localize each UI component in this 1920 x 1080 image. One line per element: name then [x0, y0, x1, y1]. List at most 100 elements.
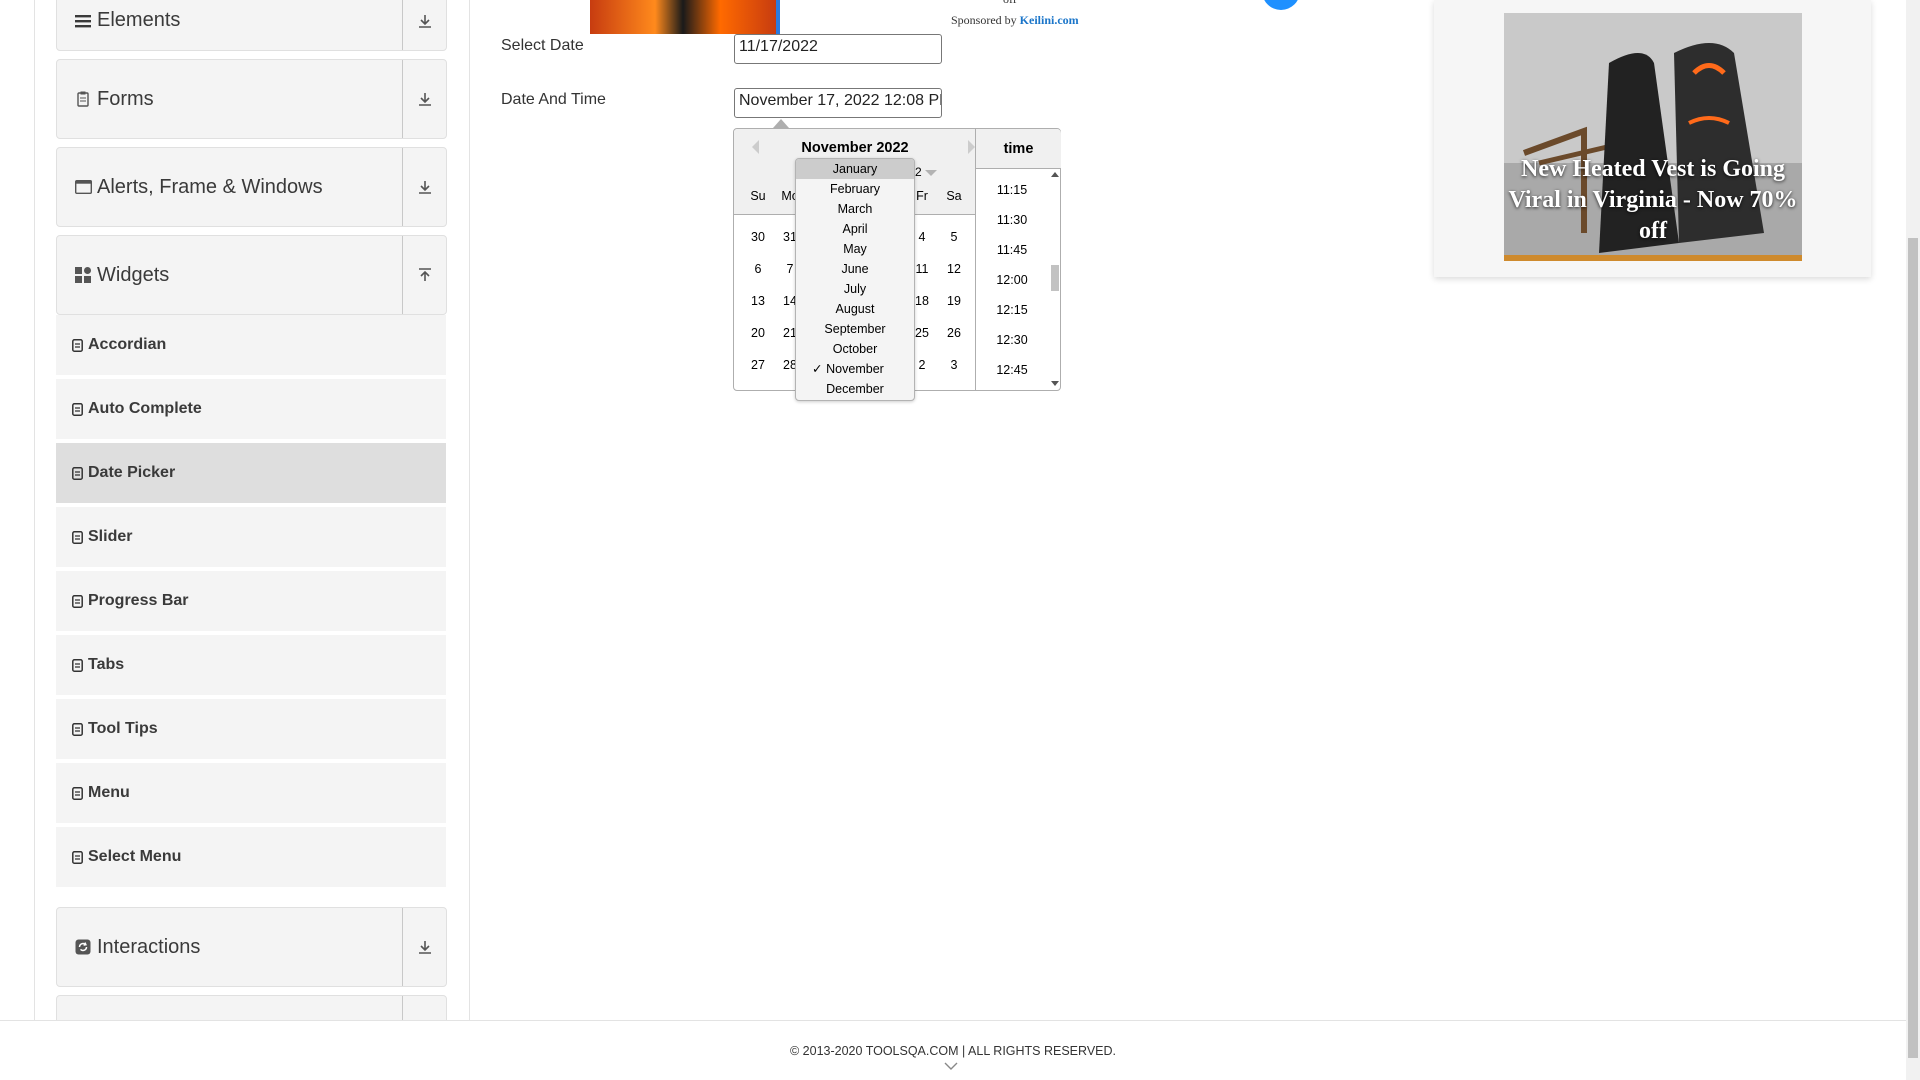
select-date-input[interactable]: 11/17/2022 — [734, 34, 942, 64]
sidebar-item-accordian[interactable]: Accordian — [56, 315, 446, 377]
sidebar-item-auto-complete[interactable]: Auto Complete — [56, 379, 446, 441]
date-time-label: Date And Time — [501, 91, 606, 108]
group-widgets-label: Widgets — [97, 263, 170, 286]
time-slot[interactable]: 12:15 — [976, 303, 1048, 317]
month-option-label: November — [826, 362, 884, 376]
month-option[interactable]: September — [796, 319, 914, 339]
time-list: time 11:15 11:30 11:45 12:00 12:15 12:30… — [975, 129, 1061, 390]
group-widgets[interactable]: Widgets — [56, 235, 447, 315]
time-header: time — [976, 129, 1061, 169]
select-date-label: Select Date — [501, 37, 584, 54]
calendar-day[interactable]: 12 — [938, 262, 970, 276]
page-scrollbar[interactable] — [1906, 0, 1920, 1080]
upload-arrow-icon[interactable] — [403, 236, 446, 314]
group-alerts-label: Alerts, Frame & Windows — [97, 175, 323, 198]
date-time-input[interactable]: November 17, 2022 12:08 PM — [734, 88, 942, 118]
datepicker-month-title: November 2022 — [801, 140, 909, 156]
calendar-day[interactable]: 6 — [742, 262, 774, 276]
time-slot[interactable]: 12:30 — [976, 333, 1048, 347]
sidebar-item-label: Select Menu — [88, 848, 182, 865]
sidebar-item-menu[interactable]: Menu — [56, 763, 446, 825]
month-option[interactable]: April — [796, 219, 914, 239]
calendar-day[interactable]: 27 — [742, 358, 774, 372]
sponsor-prefix: Sponsored by — [951, 13, 1017, 27]
footer-copyright: © 2013-2020 TOOLSQA.COM | ALL RIGHTS RES… — [789, 1044, 1116, 1058]
calendar-day[interactable]: 19 — [938, 294, 970, 308]
sidebar-item-label: Slider — [88, 528, 133, 545]
calendar-day[interactable]: 13 — [742, 294, 774, 308]
month-option[interactable]: January — [796, 159, 914, 179]
year-caret-icon[interactable] — [925, 170, 937, 176]
grid-icon — [73, 265, 93, 285]
month-option[interactable]: February — [796, 179, 914, 199]
time-slot[interactable]: 12:00 — [976, 273, 1048, 287]
group-interactions[interactable]: Interactions — [56, 907, 447, 987]
download-arrow-icon[interactable] — [403, 0, 446, 50]
time-slot[interactable]: 11:45 — [976, 243, 1048, 257]
time-slot[interactable]: 12:45 — [976, 363, 1048, 377]
item-bullet-icon — [71, 530, 83, 544]
item-bullet-icon — [71, 466, 83, 480]
month-option[interactable]: December — [796, 379, 914, 399]
group-elements[interactable]: Elements — [56, 0, 447, 51]
calendar-day[interactable]: 20 — [742, 326, 774, 340]
chevron-down-icon[interactable] — [944, 1062, 958, 1070]
sidebar-item-tool-tips[interactable]: Tool Tips — [56, 699, 446, 761]
scroll-down-icon[interactable] — [1051, 381, 1059, 386]
calendar-day[interactable]: 30 — [742, 230, 774, 244]
group-forms-label: Forms — [97, 87, 154, 110]
calendar-day[interactable]: 3 — [938, 358, 970, 372]
left-divider — [34, 0, 35, 1020]
sidebar-item-date-picker[interactable]: Date Picker — [56, 443, 446, 505]
year-dropdown[interactable]: 2 — [915, 165, 922, 179]
page-scroll-thumb[interactable] — [1908, 238, 1918, 1058]
ad-image-fragment[interactable] — [590, 0, 780, 34]
download-arrow-icon[interactable] — [403, 908, 446, 986]
scroll-up-icon[interactable] — [1051, 172, 1059, 177]
sponsor-line: Sponsored by Keilini.com — [951, 13, 1079, 28]
content-divider — [469, 0, 470, 1020]
item-bullet-icon — [71, 594, 83, 608]
ad-headline[interactable]: New Heated Vest is Going Viral in Virgin… — [1504, 154, 1802, 247]
time-slot[interactable]: 11:30 — [976, 213, 1048, 227]
group-forms[interactable]: Forms — [56, 59, 447, 139]
month-option[interactable]: October — [796, 339, 914, 359]
item-bullet-icon — [71, 850, 83, 864]
sidebar-item-tabs[interactable]: Tabs — [56, 635, 446, 697]
page-footer: © 2013-2020 TOOLSQA.COM | ALL RIGHTS RES… — [0, 1020, 1906, 1080]
download-arrow-icon[interactable] — [403, 60, 446, 138]
sponsor-brand-link[interactable]: Keilini.com — [1020, 13, 1079, 27]
next-month-icon[interactable] — [968, 140, 975, 154]
sidebar-item-label: Accordian — [88, 336, 167, 353]
sidebar-item-label: Progress Bar — [88, 592, 189, 609]
calendar-day[interactable]: 5 — [938, 230, 970, 244]
calendar-day[interactable]: 26 — [938, 326, 970, 340]
right-advertisement[interactable]: New Heated Vest is Going Viral in Virgin… — [1434, 0, 1871, 277]
download-arrow-icon[interactable] — [403, 148, 446, 226]
sidebar-item-select-menu[interactable]: Select Menu — [56, 827, 446, 889]
time-scrollbar[interactable] — [1048, 169, 1061, 389]
month-option[interactable]: May — [796, 239, 914, 259]
item-bullet-icon — [71, 402, 83, 416]
popup-pointer — [773, 119, 789, 128]
time-slot[interactable]: 11:15 — [976, 183, 1048, 197]
weekday-sa: Sa — [946, 189, 962, 203]
month-option[interactable]: August — [796, 299, 914, 319]
group-elements-label: Elements — [97, 9, 181, 31]
month-option[interactable]: March — [796, 199, 914, 219]
item-bullet-icon — [71, 786, 83, 800]
sidebar-item-slider[interactable]: Slider — [56, 507, 446, 569]
sidebar-item-label: Tool Tips — [88, 720, 158, 737]
window-icon — [73, 177, 93, 197]
ad-button-fragment[interactable] — [1262, 0, 1300, 10]
sidebar-item-label: Tabs — [88, 656, 125, 673]
group-alerts[interactable]: Alerts, Frame & Windows — [56, 147, 447, 227]
month-option[interactable]: June — [796, 259, 914, 279]
scroll-thumb[interactable] — [1051, 265, 1059, 291]
clipboard-icon — [73, 89, 93, 109]
month-option-selected[interactable]: ✓ November — [796, 359, 914, 379]
month-option[interactable]: July — [796, 279, 914, 299]
sidebar-item-label: Auto Complete — [88, 400, 202, 417]
sidebar-item-progress-bar[interactable]: Progress Bar — [56, 571, 446, 633]
left-panel: Elements Forms Alerts, Frame & Windows W… — [0, 0, 470, 1035]
